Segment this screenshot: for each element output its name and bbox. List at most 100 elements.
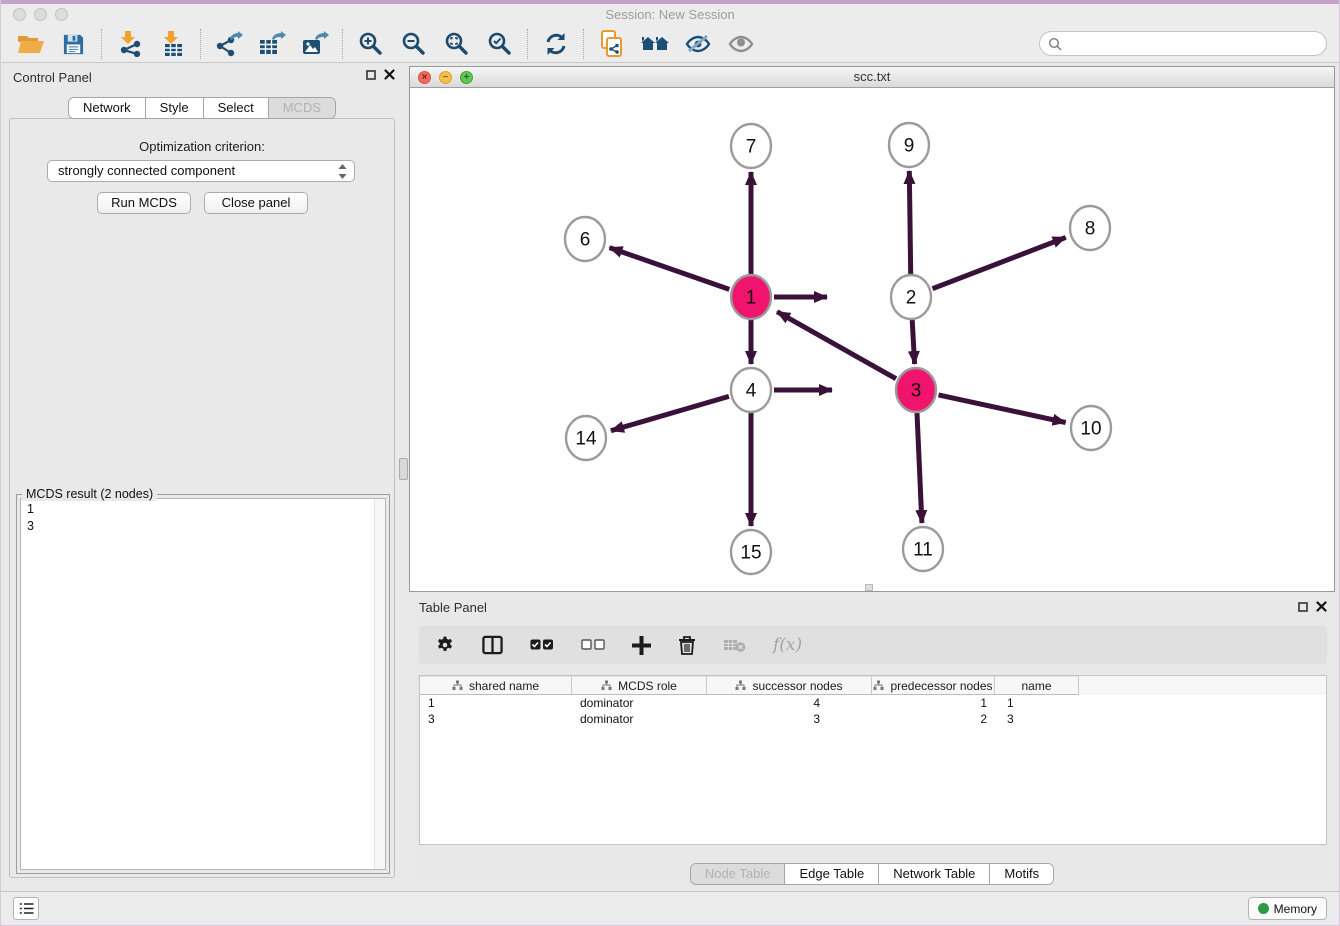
toolbar-separator bbox=[583, 29, 584, 59]
close-table-panel-icon[interactable] bbox=[1316, 601, 1327, 612]
export-table-icon bbox=[258, 31, 286, 57]
mcds-panel: Optimization criterion: strongly connect… bbox=[9, 118, 395, 878]
delete-table-icon[interactable] bbox=[723, 637, 746, 653]
edge-3-1[interactable] bbox=[777, 312, 896, 379]
table-panel-title: Table Panel bbox=[419, 600, 1329, 620]
edge-3-10[interactable] bbox=[939, 395, 1066, 423]
zoom-selected-button[interactable] bbox=[478, 27, 521, 61]
table-row[interactable]: 1dominator411 bbox=[420, 695, 1326, 711]
column-header-successor-nodes[interactable]: successor nodes bbox=[707, 676, 872, 695]
close-panel-icon[interactable] bbox=[384, 69, 395, 80]
table-cell[interactable]: 3 bbox=[420, 711, 572, 727]
save-session-button[interactable] bbox=[52, 27, 95, 61]
import-table-button[interactable] bbox=[151, 27, 194, 61]
add-column-icon[interactable] bbox=[632, 636, 651, 655]
refresh-view-button[interactable] bbox=[534, 27, 577, 61]
tab-motifs[interactable]: Motifs bbox=[990, 864, 1053, 884]
edge-3-11[interactable] bbox=[917, 413, 922, 523]
network-graph[interactable]: 7968124314101511 bbox=[410, 88, 1334, 591]
titlebar[interactable]: Session: New Session bbox=[1, 4, 1339, 26]
show-all-button[interactable] bbox=[719, 27, 762, 61]
deselect-all-checkboxes-icon[interactable] bbox=[581, 639, 605, 651]
tab-network-table[interactable]: Network Table bbox=[879, 864, 990, 884]
toolbar-separator bbox=[527, 29, 528, 59]
first-neighbors-button[interactable] bbox=[633, 27, 676, 61]
copy-view-button[interactable] bbox=[590, 27, 633, 61]
network-maximize-button[interactable]: + bbox=[460, 71, 473, 84]
eye-slash-icon bbox=[684, 32, 712, 56]
edge-4-14[interactable] bbox=[611, 396, 729, 430]
delete-column-trash-icon[interactable] bbox=[678, 635, 696, 655]
column-header-label: name bbox=[1021, 679, 1051, 693]
memory-status-icon bbox=[1258, 903, 1269, 914]
float-table-panel-icon[interactable] bbox=[1298, 602, 1308, 612]
maximize-window-button[interactable] bbox=[55, 8, 68, 21]
tab-edge-table[interactable]: Edge Table bbox=[785, 864, 879, 884]
result-scrollbar[interactable] bbox=[374, 499, 385, 869]
import-network-button[interactable] bbox=[108, 27, 151, 61]
tab-node-table[interactable]: Node Table bbox=[691, 864, 786, 884]
mcds-result-area[interactable]: 1 3 bbox=[20, 498, 386, 870]
houses-icon bbox=[640, 32, 670, 56]
network-close-button[interactable]: × bbox=[418, 71, 431, 84]
table-toolbar: f(x) bbox=[419, 626, 1327, 664]
float-panel-icon[interactable] bbox=[366, 70, 376, 80]
export-table-button[interactable] bbox=[250, 27, 293, 61]
table-cell[interactable]: 1 bbox=[420, 695, 572, 711]
tab-network[interactable]: Network bbox=[69, 98, 146, 118]
application-window: Session: New Session bbox=[0, 0, 1340, 926]
minimize-window-button[interactable] bbox=[34, 8, 47, 21]
control-panel-tabs: NetworkStyleSelectMCDS bbox=[68, 97, 336, 119]
column-header-name[interactable]: name bbox=[995, 676, 1079, 695]
edge-2-9[interactable] bbox=[909, 171, 910, 274]
function-builder-icon[interactable]: f(x) bbox=[773, 635, 802, 655]
export-network-icon bbox=[215, 31, 243, 57]
split-view-icon[interactable] bbox=[482, 635, 503, 655]
network-canvas[interactable]: 7968124314101511 bbox=[410, 88, 1334, 591]
close-window-button[interactable] bbox=[13, 8, 26, 21]
zoom-in-icon bbox=[358, 31, 384, 57]
table-cell[interactable]: 3 bbox=[707, 711, 872, 727]
settings-gear-icon[interactable] bbox=[435, 635, 455, 655]
table-cell[interactable]: 4 bbox=[707, 695, 872, 711]
export-image-button[interactable] bbox=[293, 27, 336, 61]
table-cell[interactable]: dominator bbox=[572, 711, 707, 727]
table-cell[interactable]: 3 bbox=[995, 711, 1079, 727]
tab-mcds[interactable]: MCDS bbox=[269, 98, 335, 118]
export-network-button[interactable] bbox=[207, 27, 250, 61]
network-window-titlebar[interactable]: × − + scc.txt bbox=[410, 67, 1334, 88]
table-cell[interactable]: 1 bbox=[872, 695, 995, 711]
open-session-button[interactable] bbox=[9, 27, 52, 61]
memory-button[interactable]: Memory bbox=[1248, 897, 1327, 920]
column-header-shared-name[interactable]: shared name bbox=[420, 676, 572, 695]
table-row[interactable]: 3dominator323 bbox=[420, 711, 1326, 727]
criterion-dropdown[interactable]: strongly connected component bbox=[47, 160, 355, 182]
zoom-out-icon bbox=[401, 31, 427, 57]
hide-selected-button[interactable] bbox=[676, 27, 719, 61]
table-cell[interactable]: 2 bbox=[872, 711, 995, 727]
run-mcds-button[interactable]: Run MCDS bbox=[97, 192, 191, 214]
search-field[interactable] bbox=[1039, 31, 1327, 56]
edge-1-6[interactable] bbox=[610, 248, 730, 290]
column-header-mcds-role[interactable]: MCDS role bbox=[572, 676, 707, 695]
close-panel-button[interactable]: Close panel bbox=[204, 192, 308, 214]
zoom-fit-button[interactable] bbox=[435, 27, 478, 61]
zoom-in-button[interactable] bbox=[349, 27, 392, 61]
tab-select[interactable]: Select bbox=[204, 98, 269, 118]
edge-2-3[interactable] bbox=[912, 320, 914, 364]
zoom-out-button[interactable] bbox=[392, 27, 435, 61]
edge-2-8[interactable] bbox=[933, 237, 1066, 288]
optimization-label: Optimization criterion: bbox=[10, 139, 394, 154]
table-cell[interactable]: 1 bbox=[995, 695, 1079, 711]
network-minimize-button[interactable]: − bbox=[439, 71, 452, 84]
node-label-10: 10 bbox=[1080, 418, 1101, 439]
table-cell[interactable]: dominator bbox=[572, 695, 707, 711]
select-all-checkboxes-icon[interactable] bbox=[530, 639, 554, 651]
tab-style[interactable]: Style bbox=[146, 98, 204, 118]
horizontal-splitter-handle[interactable] bbox=[865, 584, 873, 591]
vertical-splitter-handle[interactable] bbox=[399, 458, 408, 480]
mcds-result-group: MCDS result (2 nodes) 1 3 bbox=[16, 494, 390, 874]
column-header-predecessor-nodes[interactable]: predecessor nodes bbox=[872, 676, 995, 695]
search-input[interactable] bbox=[1067, 36, 1326, 51]
task-history-button[interactable] bbox=[13, 897, 39, 920]
